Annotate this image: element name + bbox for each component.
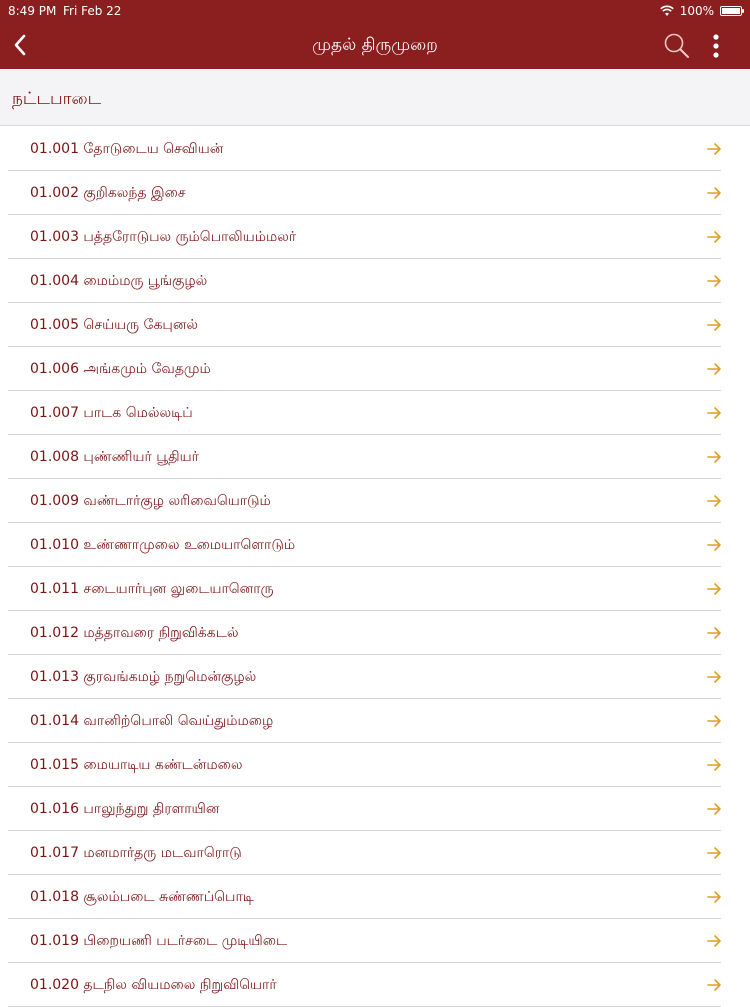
section-title: நட்டபாடை — [12, 89, 102, 109]
list-item[interactable]: 01.003 பத்தரோடுபல ரும்பொலியம்மலர் — [8, 215, 721, 259]
battery-fill — [722, 8, 740, 14]
search-button[interactable] — [662, 31, 692, 61]
list-item[interactable]: 01.009 வண்டார்குழ லரிவையொடும் — [8, 479, 721, 523]
list-item-label: 01.003 பத்தரோடுபல ரும்பொலியம்மலர் — [30, 229, 297, 245]
arrow-right-icon — [707, 231, 721, 243]
list-item-label: 01.019 பிறையணி படர்சடை முடியிடை — [30, 933, 288, 949]
arrow-right-icon — [707, 583, 721, 595]
arrow-right-icon — [707, 847, 721, 859]
list-item[interactable]: 01.018 சூலம்படை சுண்ணப்பொடி — [8, 875, 721, 919]
list-item[interactable]: 01.020 தடநில வியமலை நிறுவியொர் — [8, 963, 721, 1007]
list-item-label: 01.017 மனமார்தரு மடவாரொடு — [30, 845, 242, 861]
list-item[interactable]: 01.010 உண்ணாமுலை உமையாளொடும் — [8, 523, 721, 567]
list-item[interactable]: 01.015 மையாடிய கண்டன்மலை — [8, 743, 721, 787]
status-time: 8:49 PM — [8, 4, 57, 18]
list-item-label: 01.008 புண்ணியர் பூதியர் — [30, 449, 199, 465]
chevron-left-icon — [14, 34, 26, 56]
arrow-right-icon — [707, 143, 721, 155]
search-icon — [664, 33, 689, 58]
arrow-right-icon — [707, 759, 721, 771]
list-item-label: 01.015 மையாடிய கண்டன்மலை — [30, 757, 243, 773]
list-item-label: 01.006 அங்கமும் வேதமும் — [30, 361, 211, 377]
list-item-label: 01.002 குறிகலந்த இசை — [30, 185, 186, 201]
list-item[interactable]: 01.002 குறிகலந்த இசை — [8, 171, 721, 215]
list-item[interactable]: 01.013 குரவங்கமழ் நறுமென்குழல் — [8, 655, 721, 699]
list-item[interactable]: 01.011 சடையார்புன லுடையானொரு — [8, 567, 721, 611]
section-header: நட்டபாடை — [0, 69, 750, 126]
nav-bar: முதல் திருமுறை — [0, 22, 750, 69]
list-item[interactable]: 01.017 மனமார்தரு மடவாரொடு — [8, 831, 721, 875]
list-item[interactable]: 01.016 பாலுந்துறு திரளாயின — [8, 787, 721, 831]
back-button[interactable] — [6, 30, 36, 60]
arrow-right-icon — [707, 671, 721, 683]
list-item[interactable]: 01.012 மத்தாவரை நிறுவிக்கடல் — [8, 611, 721, 655]
list-item-label: 01.009 வண்டார்குழ லரிவையொடும் — [30, 493, 271, 509]
more-vertical-icon — [713, 34, 719, 58]
list-item[interactable]: 01.006 அங்கமும் வேதமும் — [8, 347, 721, 391]
list-item[interactable]: 01.019 பிறையணி படர்சடை முடியிடை — [8, 919, 721, 963]
list-item[interactable]: 01.008 புண்ணியர் பூதியர் — [8, 435, 721, 479]
list-item[interactable]: 01.004 மைம்மரு பூங்குழல் — [8, 259, 721, 303]
arrow-right-icon — [707, 803, 721, 815]
list-item-label: 01.007 பாடக மெல்லடிப் — [30, 405, 193, 421]
arrow-right-icon — [707, 935, 721, 947]
list-item[interactable]: 01.007 பாடக மெல்லடிப் — [8, 391, 721, 435]
arrow-right-icon — [707, 495, 721, 507]
song-list: 01.001 தோடுடைய செவியன் 01.002 குறிகலந்த இ… — [0, 127, 750, 1007]
list-item-label: 01.012 மத்தாவரை நிறுவிக்கடல் — [30, 625, 239, 641]
list-item-label: 01.010 உண்ணாமுலை உமையாளொடும் — [30, 537, 296, 553]
list-item-label: 01.014 வானிற்பொலி வெய்தும்மழை — [30, 713, 274, 729]
list-item-label: 01.018 சூலம்படை சுண்ணப்பொடி — [30, 889, 254, 905]
more-button[interactable] — [704, 31, 728, 61]
arrow-right-icon — [707, 979, 721, 991]
arrow-right-icon — [707, 363, 721, 375]
list-item-label: 01.016 பாலுந்துறு திரளாயின — [30, 801, 220, 817]
status-date: Fri Feb 22 — [63, 4, 122, 18]
list-item-label: 01.001 தோடுடைய செவியன் — [30, 141, 224, 157]
arrow-right-icon — [707, 891, 721, 903]
list-item-label: 01.005 செய்யரு கேபுனல் — [30, 317, 199, 333]
status-right: 100% — [659, 0, 744, 22]
arrow-right-icon — [707, 539, 721, 551]
arrow-right-icon — [707, 451, 721, 463]
arrow-right-icon — [707, 319, 721, 331]
arrow-right-icon — [707, 275, 721, 287]
wifi-icon — [659, 5, 674, 16]
list-item[interactable]: 01.001 தோடுடைய செவியன் — [8, 127, 721, 171]
arrow-right-icon — [707, 627, 721, 639]
battery-icon — [720, 6, 744, 16]
list-item-label: 01.013 குரவங்கமழ் நறுமென்குழல் — [30, 669, 257, 685]
list-item-label: 01.011 சடையார்புன லுடையானொரு — [30, 581, 274, 597]
list-item[interactable]: 01.014 வானிற்பொலி வெய்தும்மழை — [8, 699, 721, 743]
list-item-label: 01.004 மைம்மரு பூங்குழல் — [30, 273, 208, 289]
list-item[interactable]: 01.005 செய்யரு கேபுனல் — [8, 303, 721, 347]
page-title: முதல் திருமுறை — [312, 35, 438, 55]
arrow-right-icon — [707, 715, 721, 727]
battery-percent: 100% — [679, 4, 714, 18]
arrow-right-icon — [707, 187, 721, 199]
list-item-label: 01.020 தடநில வியமலை நிறுவியொர் — [30, 977, 277, 993]
arrow-right-icon — [707, 407, 721, 419]
status-bar: 8:49 PM Fri Feb 22 100% — [0, 0, 750, 22]
